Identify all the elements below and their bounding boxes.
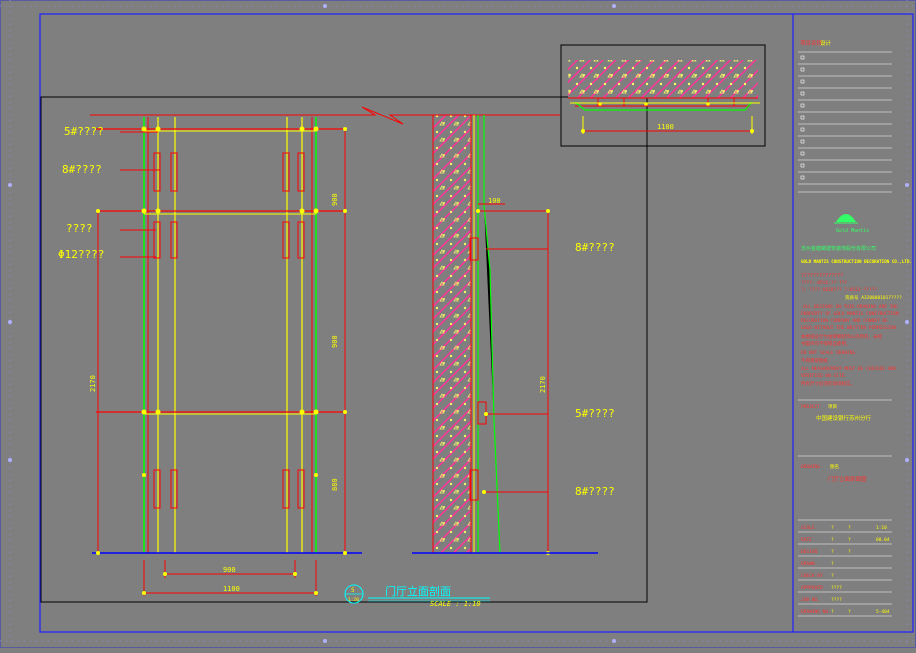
tb-copy-1: PROPERTY OF GOLD MANTIS CONSTRUCTION (801, 311, 899, 317)
caption-marker-top: 5 (351, 587, 355, 594)
tb-row-value-1: ? (831, 537, 834, 543)
tb-copy-9: VERIFIED ON SITE. (801, 373, 847, 379)
caption-scale: SCALE : 1:10 (430, 600, 481, 608)
dim-section-top: 100 (488, 197, 501, 205)
tb-company-line3: ?????????????? (801, 273, 843, 279)
tb-addr-2: ?: ????-6828??? ?:0512-????? (801, 287, 877, 293)
tb-row-value-3: 08.04 (876, 537, 890, 543)
tb-row-value-2: ? (848, 537, 851, 543)
tb-project-name: 中国建设银行苏州分行 (816, 414, 872, 422)
tb-drawing-label: DRAWING (801, 464, 820, 470)
tb-company-en: GOLD MANTIS CONSTRUCTION DECORATION CO.,… (801, 259, 912, 264)
tb-row-label: SCALE (801, 525, 815, 531)
tb-row-value-1: ? (831, 525, 834, 531)
dim-right-bottom: 880 (331, 478, 339, 491)
tb-row-value-1: ? (831, 573, 834, 579)
tb-row-label: DRAWN (801, 561, 815, 567)
tb-copy-8: ALL MEASUREMENT MUST BE CHECKED AND (801, 366, 896, 372)
tb-cert: 资质号 A3200001017???? (845, 294, 902, 301)
tb-logo-text: Gold Mantis (836, 228, 869, 234)
wall-section (412, 114, 598, 555)
tb-row-value-2: ? (848, 525, 851, 531)
tb-drawing-label-cn: 图名 (830, 463, 839, 470)
tb-header-value: 设计 (820, 39, 832, 47)
tb-copy-6: DO NOT SCALE DRAWING (801, 350, 855, 356)
tb-company-cn: 苏州金螳螂建筑装饰股份有限公司 (801, 245, 876, 252)
callout-elev-2: 8#???? (62, 163, 102, 176)
tb-row-label: DATE (801, 537, 812, 543)
dim-inner-width: 900 (223, 566, 236, 574)
tb-row-value-1: ???? (831, 597, 842, 603)
door-elevation (92, 117, 362, 596)
tb-addr-1: ????: 0512-?? ??? (801, 280, 847, 286)
tb-row-value-1: ???? (831, 585, 842, 591)
tb-project-label: PROJECT (801, 404, 820, 410)
tb-drawing-name: 门厅立面剖面图 (828, 475, 867, 483)
dim-right-mid: 900 (331, 335, 339, 348)
tb-row-value-3: 5-404 (876, 609, 890, 615)
title-block-rows: SCALE?? 1:10 DATE?? 08.04 DESIGN? ? DRAWN ? CHEC… (801, 525, 890, 615)
callout-elev-3: ???? (66, 222, 93, 235)
callout-section-1: 8#???? (575, 241, 615, 254)
cad-drawing-canvas[interactable]: 5#???? 8#???? ???? Φ12???? 900 900 880 2… (0, 0, 916, 648)
caption-marker-bottom: 1:20 (348, 597, 359, 603)
tb-row-value-1: ? (831, 549, 834, 555)
drawing-svg[interactable]: 5#???? 8#???? ???? Φ12???? 900 900 880 2… (0, 0, 916, 648)
tb-copy-7: 不得量取图纸 (801, 357, 828, 364)
dim-overall-width: 1100 (223, 585, 240, 593)
tb-copy-2: DECORATION COMPANY AND CANNOT BE (801, 318, 888, 324)
viewport-frame (40, 96, 648, 603)
gold-mantis-logo (834, 214, 858, 224)
tb-row-label: JOB NO. (801, 597, 820, 603)
tb-copy-4: 本图纸设计为金螳螂装饰公司所有，未经 (801, 333, 882, 340)
tb-row-label: DESIGN (801, 549, 818, 555)
caption-title: 门厅立面剖面 (385, 584, 451, 598)
callout-section-3: 8#???? (575, 485, 615, 498)
tb-row-value-3: 1:10 (876, 525, 887, 531)
callout-elev-4: Φ12???? (58, 248, 104, 261)
tb-copy-3: USED WITHOUT THE WRITTEN PERMISSION (801, 325, 896, 331)
tb-row-value-2: ? (848, 549, 851, 555)
callout-section-2: 5#???? (575, 407, 615, 420)
break-line (90, 106, 560, 125)
tb-row-label: APPROVED (801, 585, 823, 591)
tb-project-label-cn: 项目 (828, 404, 837, 410)
title-block-text: 项目名称 设计 Gold Mantis 苏州金螳螂建筑装饰股份有限公司 GOLD… (800, 39, 912, 483)
dim-plan: 1100 (657, 123, 674, 131)
dim-right-top: 900 (331, 193, 339, 206)
dim-overall-height: 2170 (89, 375, 97, 392)
tb-copy-5: 书面许可不得擅自使用。 (801, 340, 851, 347)
dim-section-height: 2170 (539, 376, 547, 393)
tb-row-value-2: ? (848, 609, 851, 615)
tb-row-value-1: ? (831, 609, 834, 615)
tb-row-label: DRAWING NO. (801, 609, 831, 615)
tb-copy-10: 所有尺寸必须在现场核实。 (801, 380, 855, 387)
tb-row-label: CHECK BY (801, 573, 823, 579)
callout-elev-1: 5#???? (64, 125, 104, 138)
tb-copy-0: ALL DESIGNS IN THIS DRAWING ARE THE (803, 304, 898, 310)
tb-row-value-1: ? (831, 561, 834, 567)
